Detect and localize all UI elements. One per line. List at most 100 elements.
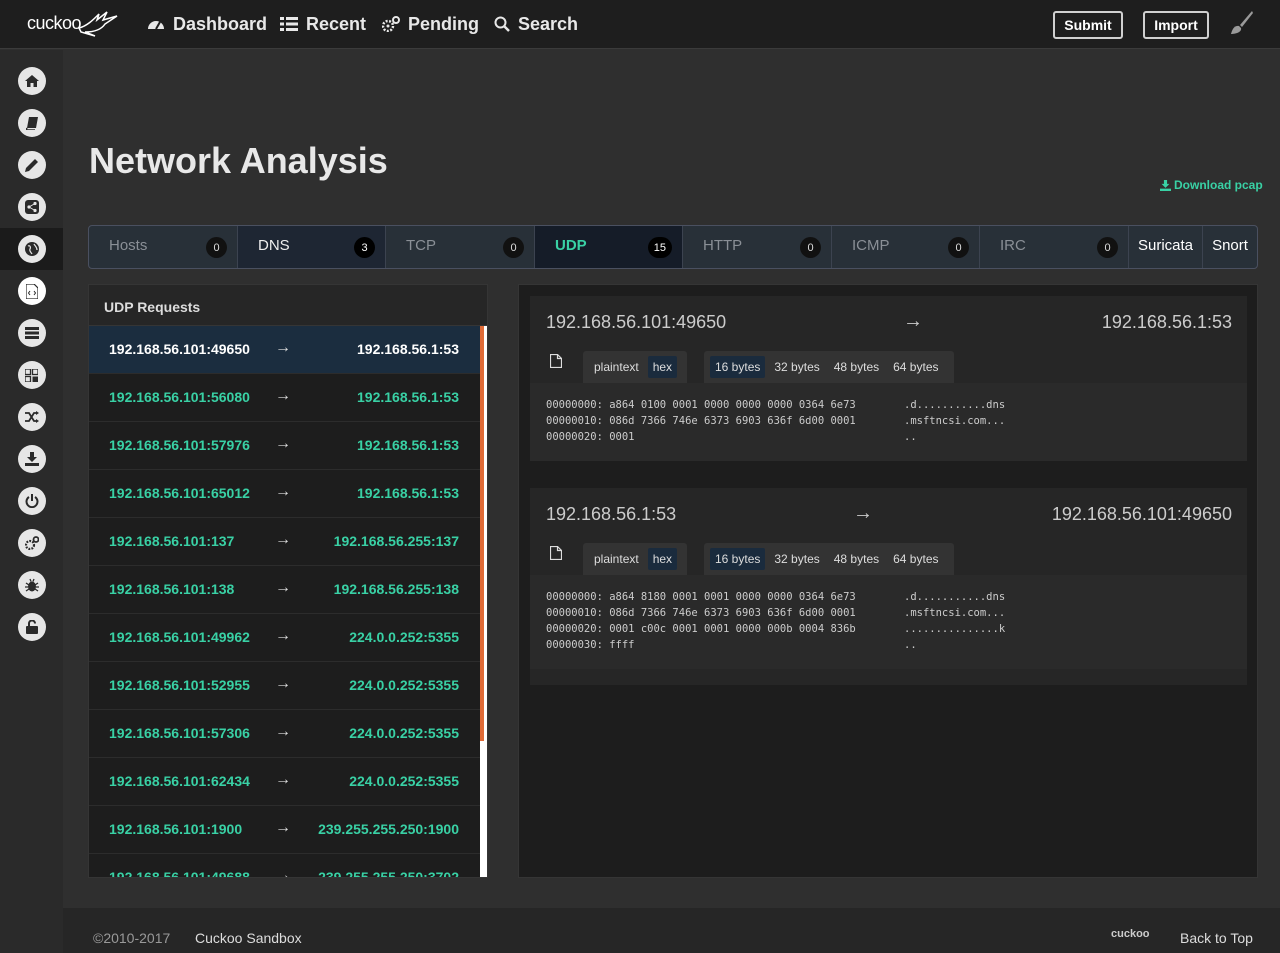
back-to-top-link[interactable]: Back to Top bbox=[1180, 930, 1253, 946]
sidebar-item-compare[interactable] bbox=[0, 396, 63, 438]
udp-request-row[interactable]: 192.168.56.101:62434 → 224.0.0.252:5355 bbox=[89, 758, 481, 806]
search-icon bbox=[494, 16, 510, 32]
submit-button[interactable]: Submit bbox=[1053, 11, 1123, 39]
request-destination: 192.168.56.1:53 bbox=[357, 485, 459, 501]
plaintext-button[interactable]: plaintext bbox=[589, 548, 644, 570]
cuckoo-logo[interactable]: cuckoo bbox=[27, 10, 119, 40]
sidebar-item-behavior[interactable] bbox=[0, 186, 63, 228]
nav-dashboard-label: Dashboard bbox=[173, 13, 268, 34]
udp-requests-panel: UDP Requests 192.168.56.101:49650 → 192.16… bbox=[88, 284, 488, 878]
bug-icon bbox=[24, 578, 39, 592]
tab-hosts[interactable]: Hosts 0 bbox=[89, 226, 238, 268]
hex-button[interactable]: hex bbox=[647, 356, 678, 378]
top-navbar: cuckoo Dashboard Recent Pending Search S… bbox=[0, 0, 1280, 49]
udp-request-row[interactable]: 192.168.56.101:138 → 192.168.56.255:138 bbox=[89, 566, 481, 614]
hex-line: 00000010: 086d 7366 746e 6373 6903 636f … bbox=[546, 415, 1006, 427]
file-icon[interactable] bbox=[550, 546, 562, 560]
hex-dump: 00000000: a864 0100 0001 0000 0000 0000 … bbox=[530, 383, 1247, 461]
bytes-width-group: 16 bytes 32 bytes 48 bytes 64 bytes bbox=[704, 543, 954, 575]
right-arrow-icon: → bbox=[275, 531, 291, 548]
tab-http-count: 0 bbox=[800, 237, 821, 258]
48-bytes-button[interactable]: 48 bytes bbox=[829, 548, 884, 570]
udp-request-row[interactable]: 192.168.56.101:1900 → 239.255.255.250:1900 bbox=[89, 806, 481, 854]
sidebar-item-unlock[interactable] bbox=[0, 606, 63, 648]
udp-request-row[interactable]: 192.168.56.101:57976 → 192.168.56.1:53 bbox=[89, 422, 481, 470]
udp-request-row[interactable]: 192.168.56.101:49962 → 224.0.0.252:5355 bbox=[89, 614, 481, 662]
right-arrow-icon: → bbox=[903, 310, 923, 332]
udp-request-row[interactable]: 192.168.56.101:56080 → 192.168.56.1:53 bbox=[89, 374, 481, 422]
request-source: 192.168.56.101:62434 bbox=[109, 773, 250, 789]
plaintext-button[interactable]: plaintext bbox=[589, 356, 644, 378]
sidebar-item-reboot[interactable] bbox=[0, 480, 63, 522]
udp-request-row[interactable]: 192.168.56.101:57306 → 224.0.0.252:5355 bbox=[89, 710, 481, 758]
tab-tcp[interactable]: TCP 0 bbox=[386, 226, 535, 268]
hex-line: 00000000: a864 8180 0001 0001 0000 0000 … bbox=[546, 591, 1006, 603]
request-destination: 192.168.56.1:53 bbox=[357, 437, 459, 453]
nav-dashboard[interactable]: Dashboard bbox=[147, 13, 267, 35]
sidebar-item-memory[interactable] bbox=[0, 312, 63, 354]
conversation-block-request: 192.168.56.101:49650 → 192.168.56.1:53 p… bbox=[530, 296, 1247, 461]
request-source: 192.168.56.101:49962 bbox=[109, 629, 250, 645]
udp-request-row[interactable]: 192.168.56.101:52955 → 224.0.0.252:5355 bbox=[89, 662, 481, 710]
tab-irc[interactable]: IRC 0 bbox=[980, 226, 1129, 268]
request-destination: 224.0.0.252:5355 bbox=[349, 725, 459, 741]
download-pcap-link[interactable]: Download pcap bbox=[1160, 178, 1263, 192]
conversation-toolbar: plaintext hex 16 bytes 32 bytes 48 bytes… bbox=[530, 538, 1247, 575]
sidebar-item-malfamily[interactable] bbox=[0, 564, 63, 606]
sidebar-item-summary[interactable] bbox=[0, 102, 63, 144]
hex-button[interactable]: hex bbox=[647, 548, 678, 570]
sidebar-item-static[interactable] bbox=[0, 144, 63, 186]
hex-dump: 00000000: a864 8180 0001 0001 0000 0000 … bbox=[530, 575, 1247, 669]
16-bytes-button[interactable]: 16 bytes bbox=[710, 356, 766, 378]
tab-udp-label: UDP bbox=[555, 237, 587, 254]
right-arrow-icon: → bbox=[275, 387, 291, 404]
nav-pending[interactable]: Pending bbox=[382, 13, 479, 35]
sidebar-item-process[interactable] bbox=[0, 354, 63, 396]
tab-dns-count: 3 bbox=[354, 237, 375, 258]
sidebar-item-home[interactable] bbox=[0, 60, 63, 102]
nav-recent[interactable]: Recent bbox=[280, 13, 366, 35]
right-arrow-icon: → bbox=[275, 339, 291, 356]
right-arrow-icon: → bbox=[853, 502, 873, 524]
sidebar-item-dropped[interactable] bbox=[0, 270, 63, 312]
udp-request-row[interactable]: 192.168.56.101:49688 → 239.255.255.250:370… bbox=[89, 854, 481, 877]
32-bytes-button[interactable]: 32 bytes bbox=[769, 356, 824, 378]
request-destination: 224.0.0.252:5355 bbox=[349, 677, 459, 693]
udp-request-row[interactable]: 192.168.56.101:65012 → 192.168.56.1:53 bbox=[89, 470, 481, 518]
tab-suricata-label: Suricata bbox=[1137, 237, 1194, 254]
udp-conversation-panel: 192.168.56.101:49650 → 192.168.56.1:53 p… bbox=[518, 284, 1258, 878]
file-icon[interactable] bbox=[550, 354, 562, 368]
book-icon bbox=[25, 116, 38, 130]
sidebar-item-options[interactable] bbox=[0, 522, 63, 564]
right-arrow-icon: → bbox=[275, 723, 291, 740]
tab-udp[interactable]: UDP 15 bbox=[535, 226, 683, 268]
power-icon bbox=[25, 494, 38, 508]
tab-hosts-count: 0 bbox=[206, 237, 227, 258]
sidebar-item-network[interactable] bbox=[0, 228, 63, 270]
right-arrow-icon: → bbox=[275, 771, 291, 788]
request-source: 192.168.56.101:138 bbox=[109, 581, 235, 597]
16-bytes-button[interactable]: 16 bytes bbox=[710, 548, 766, 570]
64-bytes-button[interactable]: 64 bytes bbox=[888, 548, 943, 570]
paint-brush-icon[interactable] bbox=[1228, 10, 1254, 36]
32-bytes-button[interactable]: 32 bytes bbox=[769, 548, 824, 570]
network-tabs: Hosts 0 DNS 3 TCP 0 UDP 15 HTTP 0 ICMP 0… bbox=[88, 225, 1258, 269]
tab-http[interactable]: HTTP 0 bbox=[683, 226, 832, 268]
hex-line: 00000020: 0001 c00c 0001 0001 0000 000b … bbox=[546, 623, 1006, 635]
import-button[interactable]: Import bbox=[1143, 11, 1209, 39]
tab-icmp[interactable]: ICMP 0 bbox=[832, 226, 980, 268]
tab-snort[interactable]: Snort bbox=[1203, 226, 1257, 268]
48-bytes-button[interactable]: 48 bytes bbox=[829, 356, 884, 378]
request-source: 192.168.56.101:56080 bbox=[109, 389, 250, 405]
tab-suricata[interactable]: Suricata bbox=[1129, 226, 1203, 268]
udp-request-row[interactable]: 192.168.56.101:137 → 192.168.56.255:137 bbox=[89, 518, 481, 566]
nav-search[interactable]: Search bbox=[494, 13, 578, 35]
udp-request-row[interactable]: 192.168.56.101:49650 → 192.168.56.1:53 bbox=[89, 326, 481, 374]
request-source: 192.168.56.101:57306 bbox=[109, 725, 250, 741]
64-bytes-button[interactable]: 64 bytes bbox=[888, 356, 943, 378]
udp-request-list[interactable]: 192.168.56.101:49650 → 192.168.56.1:53 192… bbox=[89, 326, 481, 877]
sidebar-item-export[interactable] bbox=[0, 438, 63, 480]
tab-http-label: HTTP bbox=[703, 237, 743, 254]
request-list-scrollbar-thumb[interactable] bbox=[480, 326, 484, 741]
tab-dns[interactable]: DNS 3 bbox=[238, 226, 386, 268]
